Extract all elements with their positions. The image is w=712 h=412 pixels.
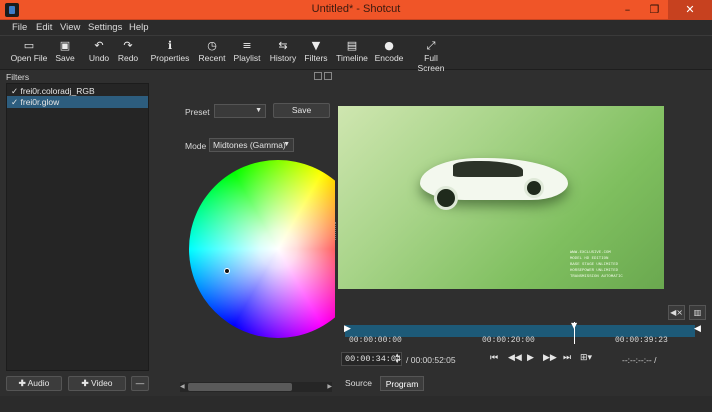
close-button[interactable]: ✕ <box>668 0 712 20</box>
color-picker-handle[interactable] <box>224 268 230 274</box>
filters-dock-title: Filters <box>6 72 30 82</box>
car-wheel <box>524 178 544 198</box>
encode-icon: ● <box>384 39 394 52</box>
audio-meter-icon[interactable]: ▥ <box>689 305 706 320</box>
checkbox-icon[interactable]: ✓ <box>11 86 18 96</box>
toolbar: ▭ Open File ▣ Save ↶ Undo ↷ Redo ℹ Prope… <box>0 36 712 73</box>
full-screen-button[interactable]: ⤢ Full Screen <box>410 38 452 73</box>
horizontal-scrollbar[interactable]: ◀ ▶ <box>180 382 332 392</box>
history-button[interactable]: ⇆ History <box>268 38 298 68</box>
undo-button[interactable]: ↶ Undo <box>86 38 112 68</box>
car-wheel <box>434 186 458 210</box>
recent-button[interactable]: ◷ Recent <box>197 38 227 68</box>
open-file-icon: ▭ <box>23 39 35 52</box>
encode-button[interactable]: ● Encode <box>374 38 404 68</box>
mute-icon[interactable]: ◀× <box>668 305 685 320</box>
filter-list[interactable]: ✓ frei0r.coloradj_RGB ✓ frei0r.glow <box>6 83 149 371</box>
preset-combobox[interactable]: ▼ <box>214 104 266 118</box>
playlist-button[interactable]: ≡ Playlist <box>232 38 262 68</box>
save-icon: ▣ <box>59 39 71 52</box>
redo-button[interactable]: ↷ Redo <box>115 38 141 68</box>
timeline-icon: ▤ <box>346 39 358 52</box>
preset-save-button[interactable]: Save <box>273 103 330 118</box>
redo-icon: ↷ <box>123 39 133 52</box>
fullscreen-icon: ⤢ <box>426 39 436 52</box>
title-bar: Untitled* - Shotcut – ❐ ✕ <box>0 0 712 20</box>
preset-label: Preset <box>185 107 210 117</box>
zoom-menu-icon[interactable]: ⊞▾ <box>580 353 592 363</box>
menu-settings[interactable]: Settings <box>88 22 122 33</box>
in-out-duration: --:--:--:-- / <box>622 355 657 365</box>
funnel-icon: ▼ <box>311 39 321 52</box>
properties-button[interactable]: ℹ Properties <box>150 38 190 68</box>
scroll-left-icon[interactable]: ◀ <box>180 383 185 390</box>
maximize-button[interactable]: ❐ <box>641 0 668 20</box>
car-windshield <box>453 161 523 177</box>
mode-combobox[interactable]: Midtones (Gamma) ▼ <box>209 138 294 152</box>
fast-forward-icon[interactable]: ▶▶ <box>543 353 557 363</box>
color-wheel[interactable] <box>189 160 335 338</box>
info-icon: ℹ <box>167 39 173 52</box>
timeline-tick: 00:00:20:00 <box>482 336 535 345</box>
mode-label: Mode <box>185 141 207 151</box>
menu-bar: File Edit View Settings Help <box>0 20 712 36</box>
scrollbar-thumb[interactable] <box>188 383 292 391</box>
playhead-marker-icon[interactable]: ▼ <box>571 321 577 330</box>
window-title: Untitled* - Shotcut <box>311 3 401 15</box>
history-icon: ⇆ <box>278 39 288 52</box>
rewind-icon[interactable]: ◀◀ <box>508 353 522 363</box>
menu-file[interactable]: File <box>12 22 27 33</box>
spin-arrows-icon[interactable]: ▲ ▼ <box>395 353 399 365</box>
status-bar <box>0 396 712 412</box>
scroll-right-icon[interactable]: ▶ <box>327 383 332 390</box>
timeline-tick: 00:00:39:23 <box>615 336 668 345</box>
undo-icon: ↶ <box>94 39 104 52</box>
tab-source[interactable]: Source <box>341 376 376 391</box>
out-point-marker-icon[interactable]: ◀ <box>694 324 701 334</box>
skip-previous-icon[interactable]: ⏮ <box>490 353 498 363</box>
current-time-field[interactable]: 00:00:34:04 ▲ ▼ <box>341 352 402 366</box>
in-point-marker-icon[interactable]: ▶ <box>344 324 351 334</box>
chevron-down-icon: ▼ <box>255 107 262 114</box>
timeline-tick: 00:00:00:00 <box>349 336 402 345</box>
menu-help[interactable]: Help <box>129 22 149 33</box>
clock-icon: ◷ <box>207 39 217 52</box>
video-preview: WWW.EXCLUSIVE.COM MODEL HD EDITION BASE … <box>338 106 664 289</box>
filters-button[interactable]: ▼ Filters <box>303 38 329 68</box>
menu-view[interactable]: View <box>60 22 80 33</box>
play-icon[interactable]: ▶ <box>527 353 534 363</box>
video-overlay-text: WWW.EXCLUSIVE.COM MODEL HD EDITION BASE … <box>570 251 623 279</box>
plus-icon: ✚ <box>81 378 89 388</box>
minimize-button[interactable]: – <box>614 0 641 20</box>
save-button[interactable]: ▣ Save <box>52 38 78 68</box>
skip-next-icon[interactable]: ⏭ <box>563 353 571 363</box>
tab-program[interactable]: Program <box>380 376 424 391</box>
total-duration: / 00:00:52:05 <box>406 355 456 365</box>
timeline-button[interactable]: ▤ Timeline <box>336 38 368 68</box>
remove-filter-button[interactable]: — <box>131 376 149 391</box>
add-audio-filter-button[interactable]: ✚ Audio <box>6 376 62 391</box>
menu-edit[interactable]: Edit <box>36 22 52 33</box>
dock-close-icon[interactable] <box>324 72 332 80</box>
playlist-icon: ≡ <box>242 39 252 52</box>
color-wheel-container <box>189 160 335 340</box>
checkbox-icon[interactable]: ✓ <box>11 97 18 107</box>
plus-icon: ✚ <box>18 378 26 388</box>
add-video-filter-button[interactable]: ✚ Video <box>68 376 126 391</box>
dock-float-icon[interactable] <box>314 72 322 80</box>
filter-item-selected[interactable]: ✓ frei0r.glow <box>7 96 148 108</box>
chevron-down-icon: ▼ <box>283 141 290 148</box>
open-file-button[interactable]: ▭ Open File <box>9 38 49 68</box>
